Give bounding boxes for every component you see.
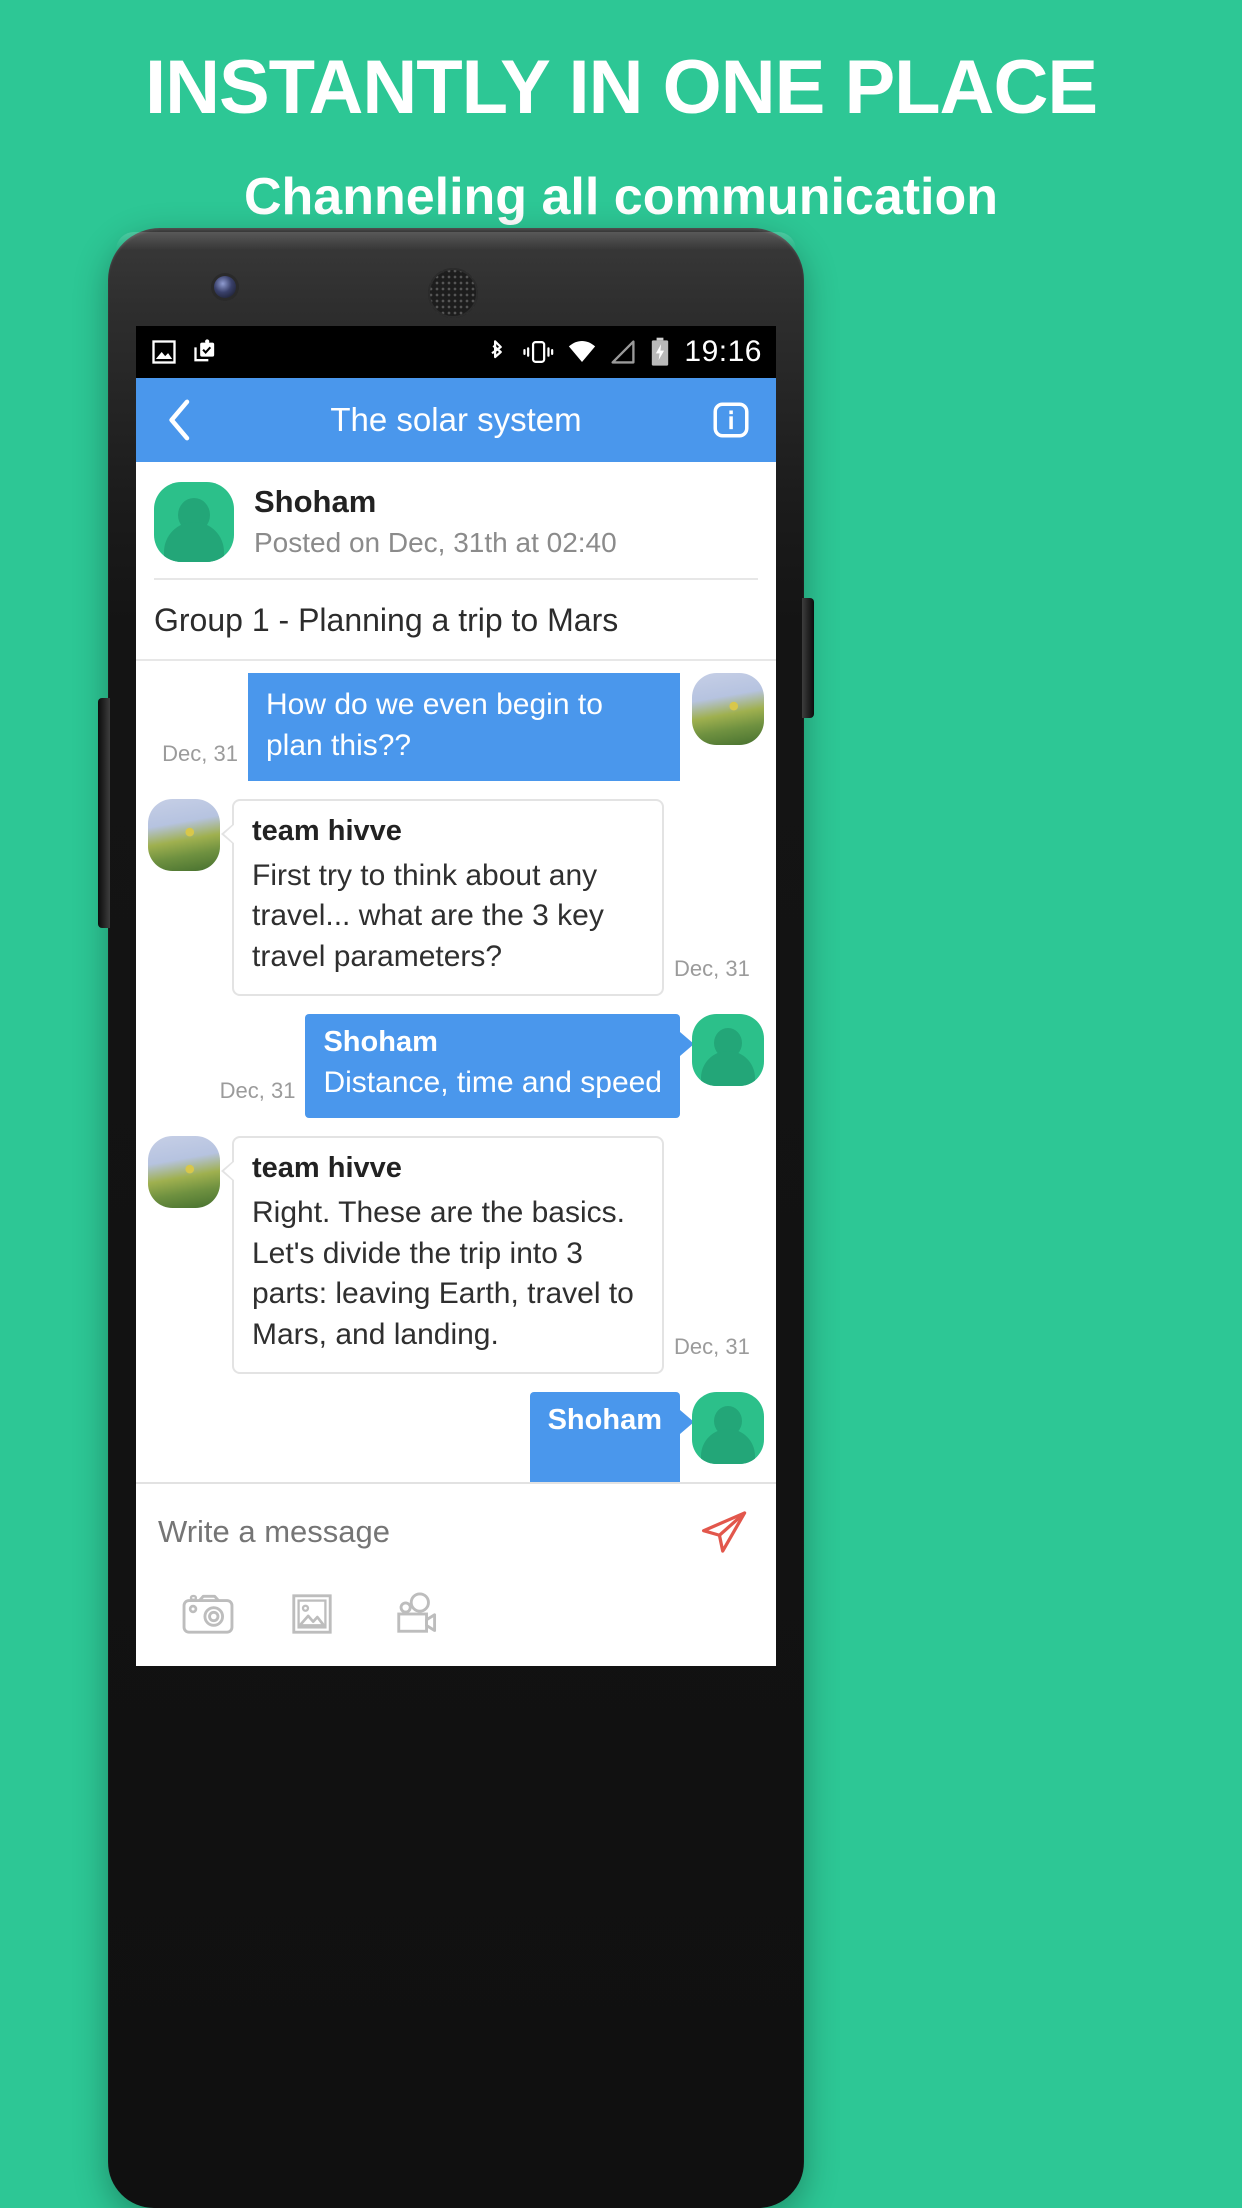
bluetooth-icon [491,340,503,359]
clipboard-check-icon [194,339,215,362]
avatar [692,1013,764,1086]
status-bar-clock: 19:16 [684,335,762,368]
phone-device-frame: 19:16 The solar system Shoham Posted on … [98,228,814,2208]
message-row[interactable]: team hivve First try to think about any … [136,798,776,996]
message-timestamp: Dec, 31 [674,955,750,981]
earpiece-speaker-icon [428,268,478,318]
send-paper-plane-icon [702,1511,747,1553]
message-input[interactable] [158,1514,694,1550]
message-bubble-incoming[interactable]: team hivve Right. These are the basics. … [221,1135,664,1374]
message-timestamp: Dec, 31 [219,1077,296,1103]
message-sender: team hivve [252,814,402,847]
back-button[interactable] [158,398,202,442]
gallery-icon [292,1594,332,1634]
message-text: First try to think about any travel... w… [252,858,604,974]
power-button[interactable] [802,598,814,718]
message-row[interactable]: team hivve Right. These are the basics. … [136,1135,776,1374]
message-row[interactable]: Dec, 31 Shoham Distance, time and speed [136,1013,776,1118]
post-header: Shoham Posted on Dec, 31th at 02:40 [136,462,776,578]
video-button[interactable] [386,1588,446,1640]
send-button[interactable] [694,1502,754,1562]
wifi-icon [569,341,596,362]
page-title: INSTANTLY IN ONE PLACE [144,45,1098,130]
video-camera-icon [397,1592,437,1633]
message-timestamp: Dec, 31 [674,1333,750,1359]
message-row[interactable]: Shoham [136,1391,776,1495]
phone-screen: 19:16 The solar system Shoham Posted on … [136,326,776,1666]
marketing-header: INSTANTLY IN ONE PLACE Channeling all co… [0,0,1242,224]
avatar [154,482,234,562]
message-composer [136,1482,776,1666]
message-sender: Shoham [547,1403,662,1436]
message-text: How do we even begin to plan this?? [266,688,603,762]
message-sender: Shoham [323,1025,438,1058]
avatar [692,673,764,745]
message-bubble-incoming[interactable]: team hivve First try to think about any … [221,798,664,996]
message-timestamp: Dec, 31 [162,740,238,766]
camera-icon [182,1594,234,1634]
camera-button[interactable] [178,1588,238,1640]
message-list[interactable]: Dec, 31 How do we even begin to plan thi… [136,673,776,1495]
chevron-left-icon [169,399,190,441]
message-sender: team hivve [252,1151,402,1184]
info-icon [713,402,749,438]
message-bubble-outgoing[interactable]: Shoham [529,1391,695,1495]
avatar [692,1391,764,1464]
vibrate-icon [523,341,554,363]
app-bar: The solar system [136,378,776,462]
group-title: Group 1 - Planning a trip to Mars [154,602,619,638]
gallery-button[interactable] [282,1588,342,1640]
message-row[interactable]: Dec, 31 How do we even begin to plan thi… [136,673,776,781]
avatar [148,798,220,871]
post-timestamp: Posted on Dec, 31th at 02:40 [254,526,617,558]
front-camera-icon [214,276,236,298]
info-button[interactable] [708,397,754,443]
divider [136,659,776,661]
message-text: Distance, time and speed [323,1065,662,1099]
message-bubble-outgoing[interactable]: How do we even begin to plan this?? [248,673,680,781]
battery-charging-icon [652,337,669,366]
signal-icon [611,340,635,364]
app-bar-title: The solar system [330,401,582,438]
status-bar: 19:16 [136,326,776,378]
page-subtitle: Channeling all communication [243,167,999,226]
image-icon [152,340,176,364]
avatar [148,1135,220,1208]
message-text: Right. These are the basics. Let's divid… [252,1195,634,1352]
volume-button[interactable] [98,698,110,928]
post-author-name: Shoham [254,483,377,519]
message-bubble-outgoing[interactable]: Shoham Distance, time and speed [305,1013,694,1118]
